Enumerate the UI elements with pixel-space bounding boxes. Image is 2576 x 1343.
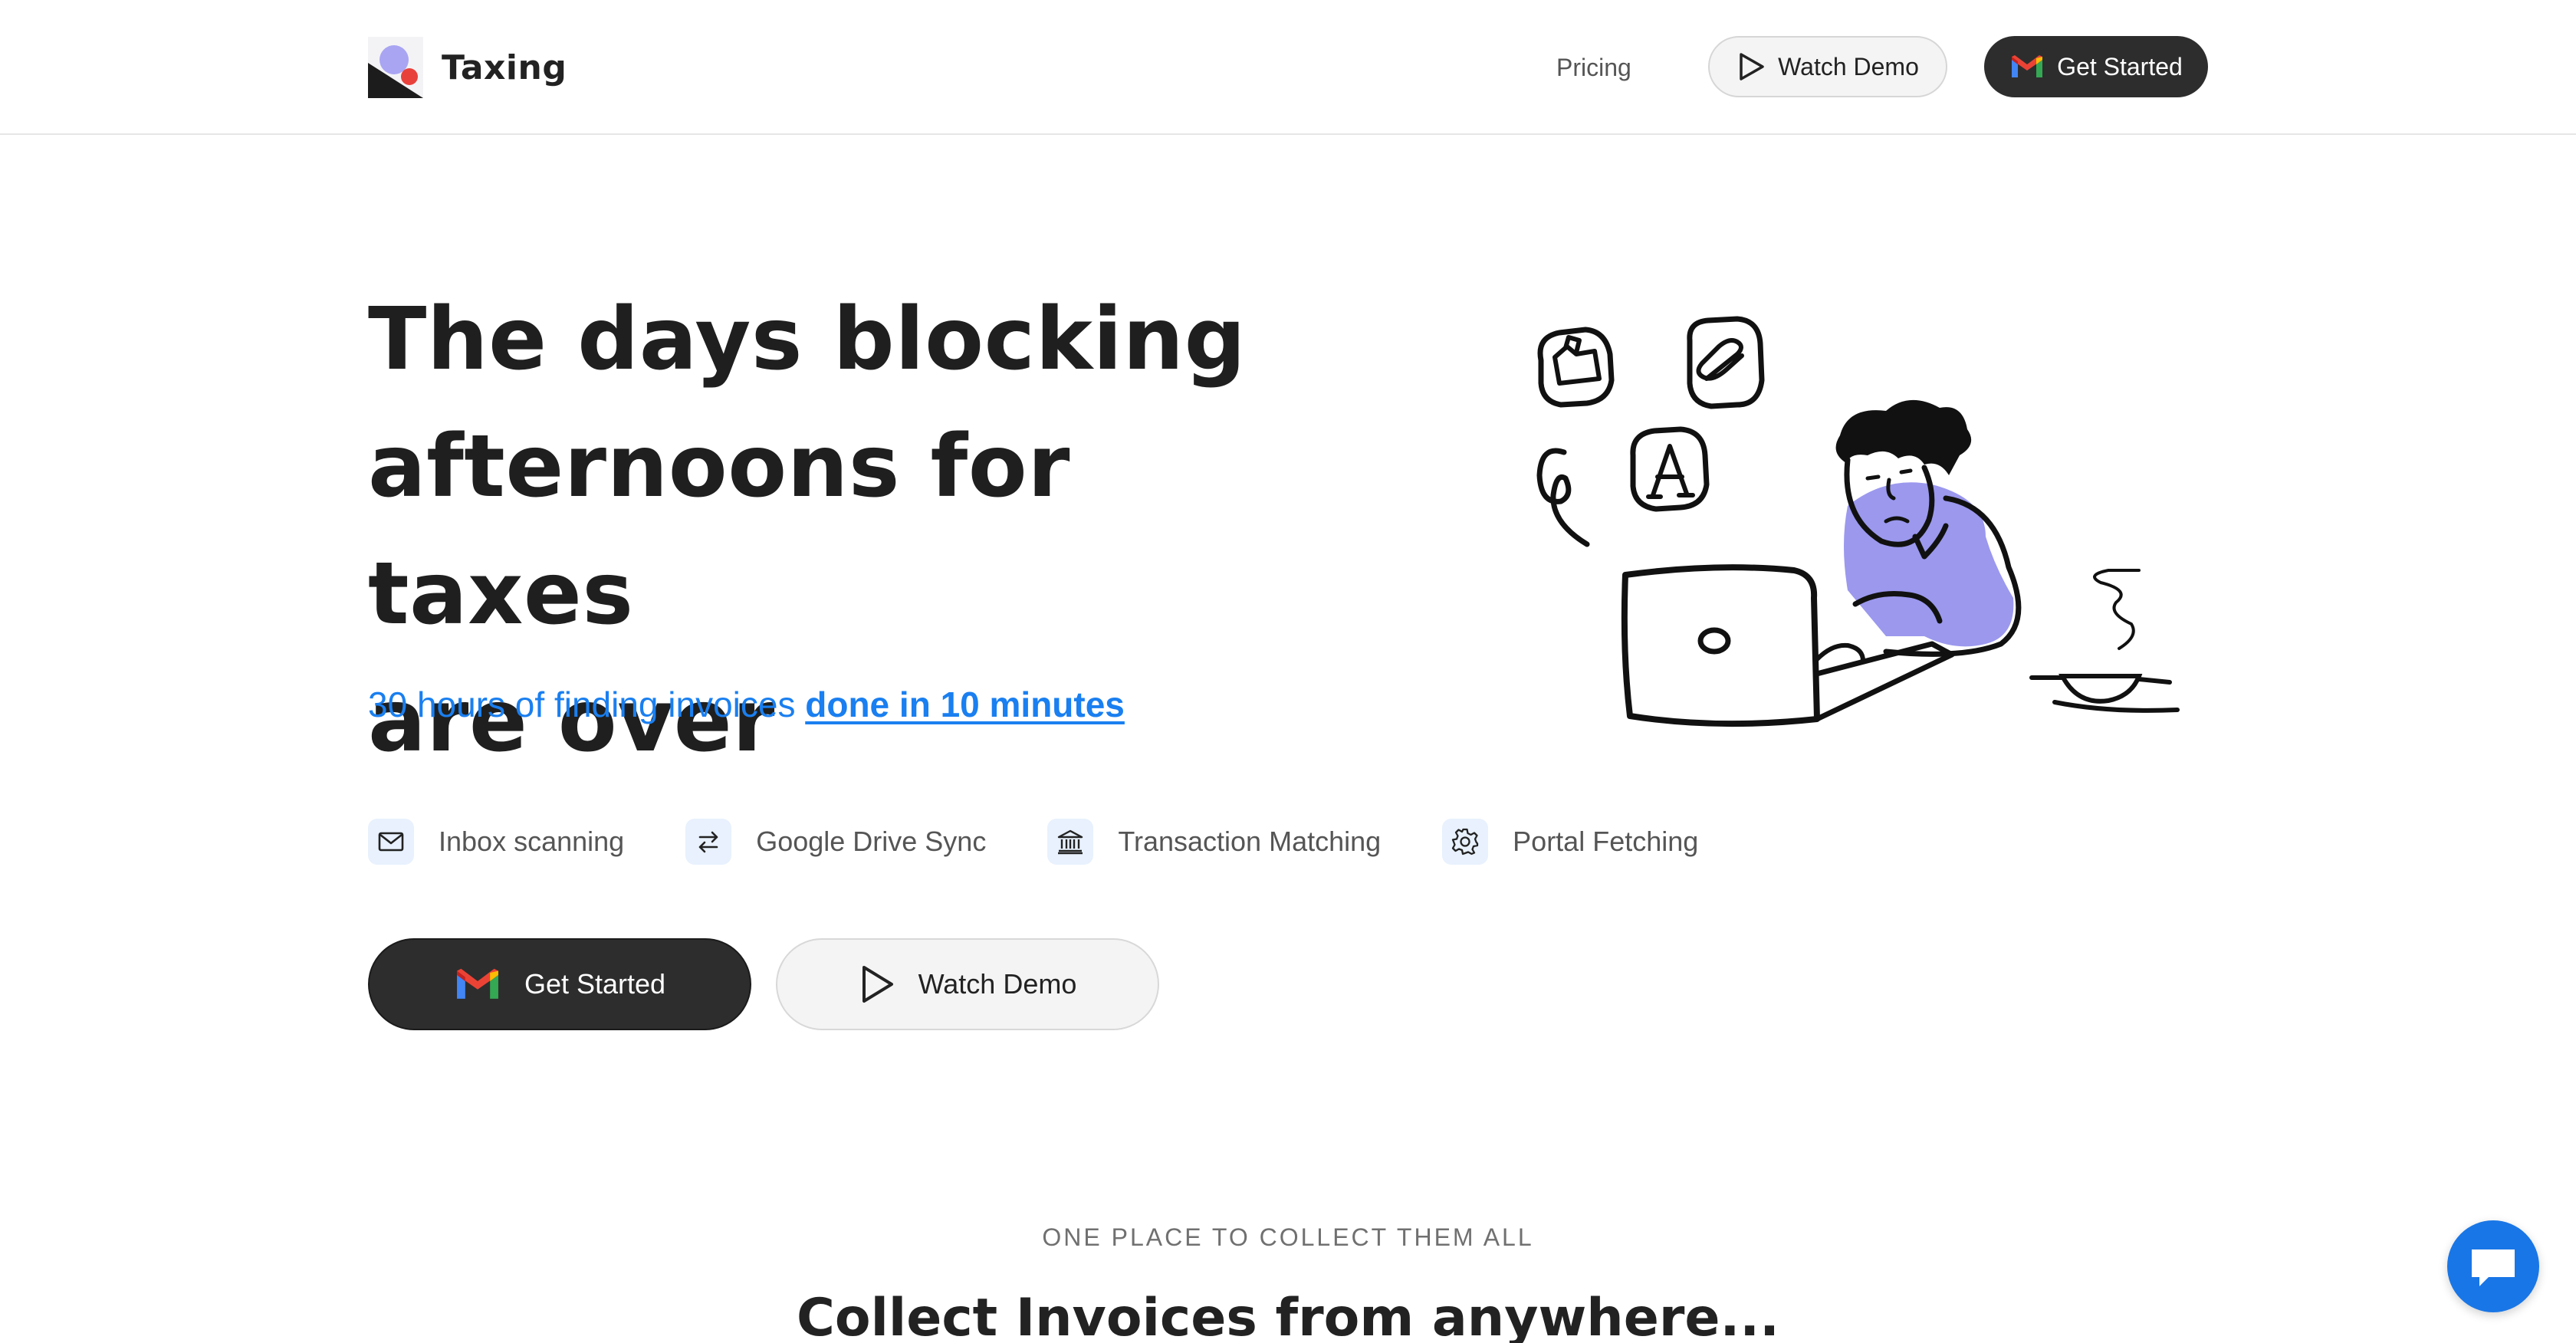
hero-get-started-button[interactable]: Get Started [368,938,751,1030]
section-eyebrow: ONE PLACE TO COLLECT THEM ALL [1042,1223,1534,1251]
sync-arrows-icon [698,831,718,853]
feature-label: Transaction Matching [1118,826,1382,857]
feature-label: Portal Fetching [1513,826,1699,857]
hero-subtitle-prefix: 30 hours of finding invoices [368,685,796,724]
section-title: Collect Invoices from anywhere... [797,1288,1779,1343]
hero-subtitle: 30 hours of finding invoices done in 10 … [368,684,1125,725]
hero-title-line-2: afternoons for taxes [368,417,1070,644]
hero-title-line-1: The days blocking [368,290,1247,389]
feature-google-drive-sync: Google Drive Sync [685,819,986,865]
taxing-logo-icon [368,37,423,98]
hero-watch-demo-label: Watch Demo [918,968,1077,1000]
coffee-cup-icon [2058,674,2143,704]
feature-label: Google Drive Sync [756,826,987,857]
hero-get-started-label: Get Started [524,968,666,1000]
letter-a-doodle-icon [1630,426,1710,512]
gmail-icon [456,968,498,999]
bank-icon [1058,829,1083,855]
top-navbar: Taxing Pricing Watch Demo Get Started [0,0,2576,135]
feature-transaction-matching: Transaction Matching [1047,819,1381,865]
gear-icon [1452,828,1479,855]
nav-get-started-label: Get Started [2057,52,2183,80]
nav-watch-demo-button[interactable]: Watch Demo [1708,36,1947,97]
chat-icon [2472,1249,2515,1286]
brand-name: Taxing [442,48,567,87]
feature-portal-fetching: Portal Fetching [1442,819,1698,865]
gmail-icon [2012,55,2043,77]
chat-widget-button[interactable] [2447,1220,2539,1312]
play-icon [862,966,893,1003]
nav-get-started-button[interactable]: Get Started [1984,36,2208,97]
person-sweater [1844,482,2014,647]
feature-list: Inbox scanning Google Drive Sync Transac… [368,817,1760,866]
feature-label: Inbox scanning [439,826,625,857]
nav-watch-demo-label: Watch Demo [1778,52,1919,80]
hero-subtitle-link[interactable]: done in 10 minutes [805,685,1125,724]
brand-logo-link[interactable]: Taxing [368,37,567,98]
hero-watch-demo-button[interactable]: Watch Demo [776,938,1159,1030]
hero-illustration [1536,316,2180,727]
nav-pricing-link[interactable]: Pricing [1556,48,1631,87]
person-hair [1835,399,1972,475]
laptop [1621,564,1820,727]
mail-icon [378,832,404,852]
feature-inbox-scanning: Inbox scanning [368,819,624,865]
play-icon [1740,53,1764,80]
